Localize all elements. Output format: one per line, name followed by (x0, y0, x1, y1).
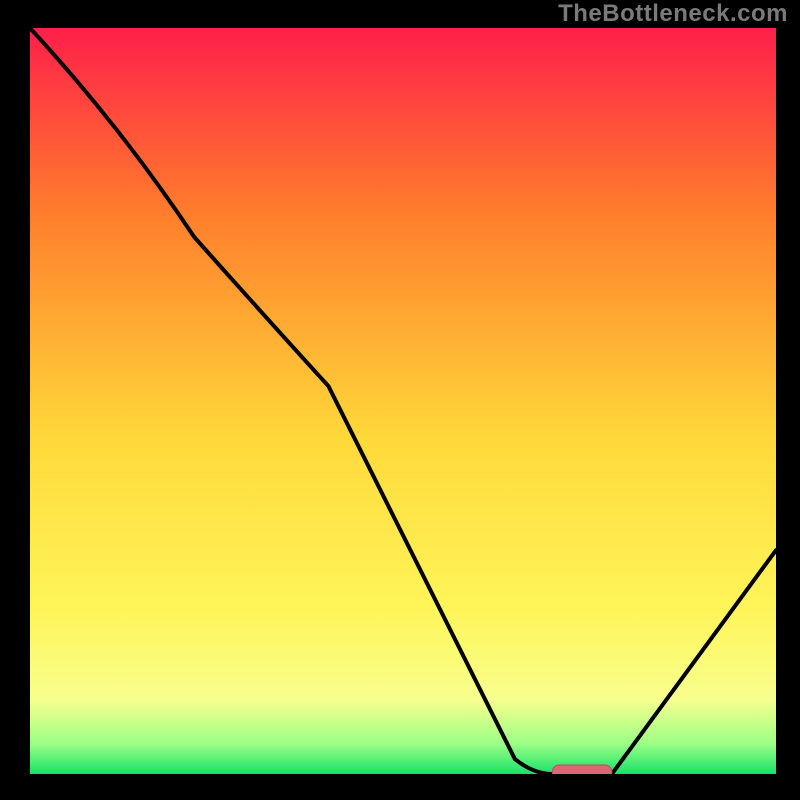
gradient-background (30, 28, 776, 774)
watermark-text: TheBottleneck.com (558, 0, 788, 28)
plot-svg (30, 28, 776, 774)
optimal-marker (552, 765, 612, 774)
chart-container: TheBottleneck.com (0, 0, 800, 800)
